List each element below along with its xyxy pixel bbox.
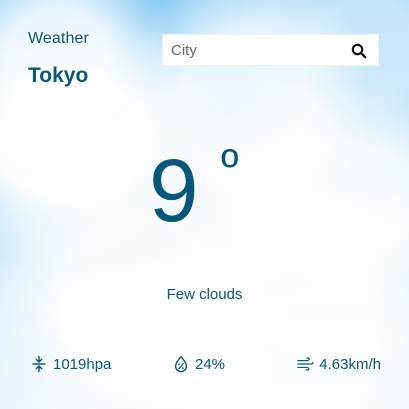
wind-value: 4.63km/h — [319, 355, 381, 373]
temperature-value: 9 — [149, 140, 198, 240]
weather-stats: 1019hpa 24% 4.63km/h — [30, 355, 381, 379]
humidity-icon — [172, 355, 190, 373]
humidity-stat: 24% — [172, 355, 225, 373]
pressure-value: 1019hpa — [53, 355, 112, 373]
humidity-value: 24% — [195, 355, 226, 373]
weather-content: Weather Tokyo 9 º Few clouds — [0, 0, 409, 409]
search-icon[interactable] — [351, 43, 367, 59]
wind-icon — [296, 355, 314, 373]
degree-symbol: º — [221, 141, 238, 194]
search-button[interactable] — [350, 42, 368, 60]
current-temperature: 9 º — [149, 140, 289, 256]
wind-stat: 4.63km/h — [296, 355, 381, 373]
search-input[interactable] — [163, 35, 356, 65]
pressure-icon — [30, 355, 48, 373]
weather-description: Few clouds — [166, 286, 243, 303]
app-title: Weather — [28, 30, 89, 47]
weather-app: Weather Tokyo 9 º Few clouds — [0, 0, 409, 409]
city-name: Tokyo — [28, 64, 89, 87]
city-search-box[interactable] — [162, 34, 379, 66]
pressure-stat: 1019hpa — [30, 355, 111, 373]
